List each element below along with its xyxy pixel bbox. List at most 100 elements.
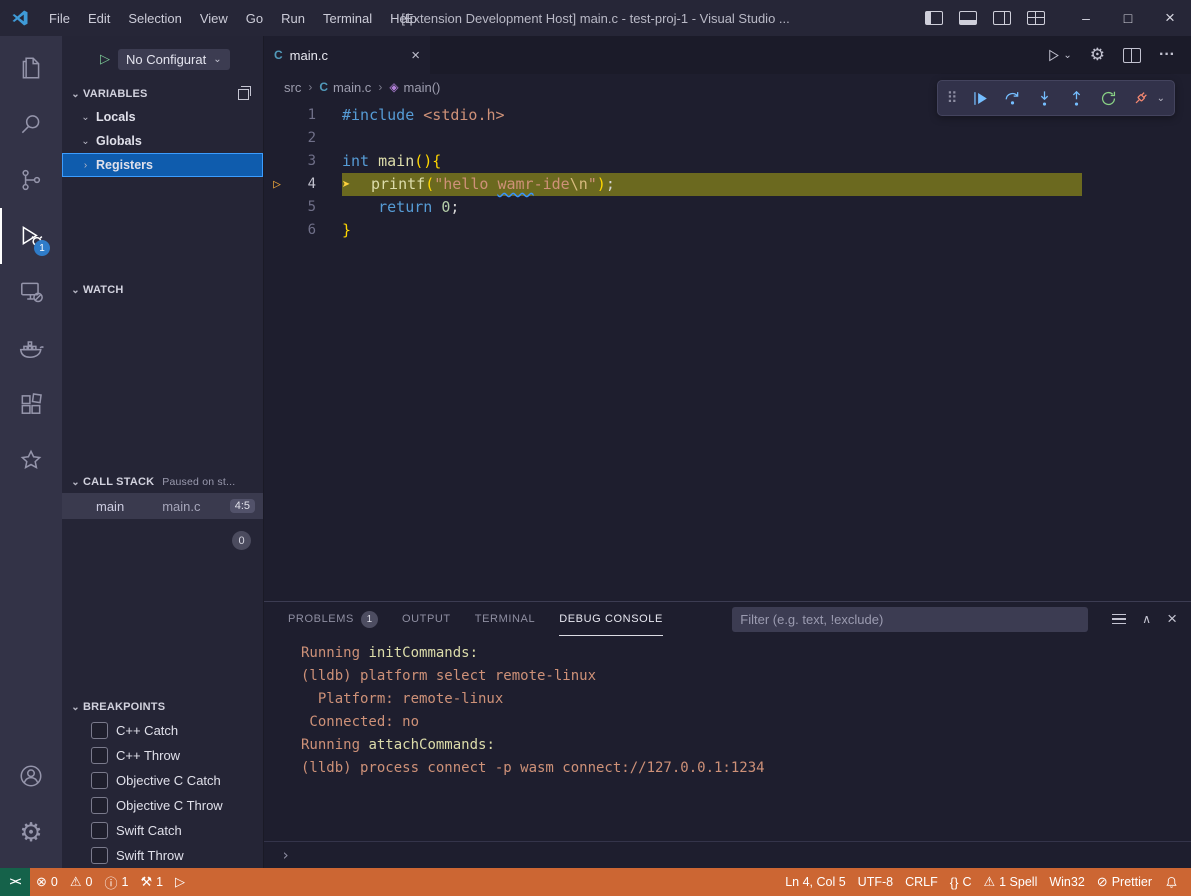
more-actions-icon[interactable]: ··· <box>1159 46 1175 64</box>
source-control-icon[interactable] <box>0 152 62 208</box>
configure-gear-icon[interactable]: ⚙ <box>1090 45 1105 65</box>
chevron-down-icon[interactable]: ⌄ <box>1157 93 1165 104</box>
maximize-panel-icon[interactable]: ∧ <box>1142 612 1151 626</box>
breakpoint-gutter[interactable] <box>264 219 290 242</box>
code-line-3[interactable]: 3int main(){ <box>264 150 1191 173</box>
notifications-bell-icon[interactable] <box>1158 868 1185 896</box>
status-tool[interactable]: ⚒1 <box>134 868 169 896</box>
breakpoint-row[interactable]: C++ Catch <box>62 718 263 743</box>
status-warnings[interactable]: ⚠0 <box>64 868 99 896</box>
language-mode[interactable]: {}C <box>944 868 978 896</box>
step-into-button[interactable] <box>1035 89 1054 108</box>
close-panel-icon[interactable]: × <box>1167 609 1177 629</box>
debug-current-line-arrow-icon[interactable]: ▷ <box>264 173 290 196</box>
code-line-4[interactable]: ▷4➤printf("hello wamr-ide\n"); <box>264 173 1191 196</box>
settings-gear-icon[interactable]: ⚙ <box>0 804 62 860</box>
variable-scope-locals[interactable]: ⌄Locals <box>62 105 263 129</box>
minimize-button[interactable]: – <box>1065 0 1107 36</box>
breakpoint-gutter[interactable] <box>264 150 290 173</box>
accounts-icon[interactable] <box>0 748 62 804</box>
breakpoint-gutter[interactable] <box>264 104 290 127</box>
tab-main-c[interactable]: C main.c × <box>264 36 430 74</box>
step-over-button[interactable] <box>1003 89 1022 108</box>
code-line-2[interactable]: 2 <box>264 127 1191 150</box>
status-info[interactable]: ⓘ1 <box>98 868 134 896</box>
platform-target[interactable]: Win32 <box>1043 868 1090 896</box>
status-debug[interactable]: ▷ <box>169 868 191 896</box>
variables-header[interactable]: ⌄ VARIABLES <box>62 83 263 105</box>
start-debug-icon[interactable]: ▷ <box>100 51 110 67</box>
debug-console-output[interactable]: Running initCommands:(lldb) platform sel… <box>264 636 1191 841</box>
explorer-icon[interactable] <box>0 40 62 96</box>
menu-file[interactable]: File <box>40 11 79 26</box>
docker-icon[interactable] <box>0 320 62 376</box>
run-and-debug-icon[interactable]: 1 <box>0 208 62 264</box>
breakpoint-row[interactable]: Swift Throw <box>62 843 263 868</box>
collapse-all-icon[interactable] <box>238 89 249 100</box>
menu-terminal[interactable]: Terminal <box>314 11 381 26</box>
remote-indicator[interactable]: >< <box>0 868 30 896</box>
stack-frame-row[interactable]: main main.c 4:5 <box>62 493 263 519</box>
call-stack-header[interactable]: ⌄ CALL STACK Paused on st... <box>62 471 263 493</box>
cursor-position[interactable]: Ln 4, Col 5 <box>779 868 851 896</box>
breakpoints-header[interactable]: ⌄ BREAKPOINTS <box>62 696 263 718</box>
panel-tab-output[interactable]: OUTPUT <box>402 602 451 636</box>
step-out-button[interactable] <box>1067 89 1086 108</box>
run-or-debug-button[interactable]: ⌄ <box>1046 48 1071 63</box>
tab-close-icon[interactable]: × <box>411 47 420 64</box>
variable-scope-registers[interactable]: ›Registers <box>62 153 263 177</box>
continue-button[interactable] <box>971 89 990 108</box>
breakpoint-gutter[interactable] <box>264 196 290 219</box>
code-editor[interactable]: 1#include <stdio.h>23int main(){▷4➤print… <box>264 100 1191 601</box>
menu-view[interactable]: View <box>191 11 237 26</box>
search-icon[interactable] <box>0 96 62 152</box>
spell-checker[interactable]: ⚠1 Spell <box>977 868 1043 896</box>
breadcrumb-folder[interactable]: src <box>284 80 301 95</box>
maximize-button[interactable]: □ <box>1107 0 1149 36</box>
close-button[interactable]: × <box>1149 0 1191 36</box>
remote-explorer-icon[interactable] <box>0 264 62 320</box>
breakpoint-row[interactable]: Objective C Throw <box>62 793 263 818</box>
variable-scope-globals[interactable]: ⌄Globals <box>62 129 263 153</box>
star-icon[interactable] <box>0 432 62 488</box>
menu-go[interactable]: Go <box>237 11 272 26</box>
eol[interactable]: CRLF <box>899 868 944 896</box>
encoding[interactable]: UTF-8 <box>852 868 899 896</box>
toggle-secondary-sidebar-icon[interactable] <box>993 11 1011 25</box>
console-filter-input[interactable] <box>732 607 1088 632</box>
breakpoint-checkbox[interactable] <box>91 847 108 864</box>
breakpoint-checkbox[interactable] <box>91 747 108 764</box>
drag-grip-icon[interactable]: ⠿ <box>947 89 958 107</box>
menu-edit[interactable]: Edit <box>79 11 119 26</box>
output-options-icon[interactable] <box>1112 614 1126 625</box>
breakpoint-gutter[interactable] <box>264 127 290 150</box>
breakpoint-row[interactable]: Objective C Catch <box>62 768 263 793</box>
menu-selection[interactable]: Selection <box>119 11 190 26</box>
breakpoint-row[interactable]: Swift Catch <box>62 818 263 843</box>
panel-tab-debug-console[interactable]: DEBUG CONSOLE <box>559 602 663 636</box>
breakpoint-checkbox[interactable] <box>91 797 108 814</box>
toggle-sidebar-icon[interactable] <box>925 11 943 25</box>
panel-tab-terminal[interactable]: TERMINAL <box>475 602 535 636</box>
disconnect-button[interactable] <box>1131 89 1150 108</box>
panel-tab-problems[interactable]: PROBLEMS1 <box>288 602 378 636</box>
toggle-panel-icon[interactable] <box>959 11 977 25</box>
breadcrumb-file[interactable]: C main.c <box>319 80 371 95</box>
extensions-icon[interactable] <box>0 376 62 432</box>
breakpoint-checkbox[interactable] <box>91 772 108 789</box>
breadcrumb-symbol[interactable]: ◈ main() <box>389 80 440 95</box>
breakpoint-checkbox[interactable] <box>91 822 108 839</box>
prettier[interactable]: ⊘Prettier <box>1091 868 1158 896</box>
watch-header[interactable]: ⌄ WATCH <box>62 279 263 301</box>
status-errors[interactable]: ⊗0 <box>30 868 64 896</box>
launch-configuration-select[interactable]: No Configurat ⌄ <box>118 49 230 70</box>
restart-button[interactable] <box>1099 89 1118 108</box>
menu-run[interactable]: Run <box>272 11 314 26</box>
code-line-5[interactable]: 5 return 0; <box>264 196 1191 219</box>
breakpoint-checkbox[interactable] <box>91 722 108 739</box>
debug-console-input[interactable]: › <box>264 841 1191 868</box>
code-line-6[interactable]: 6} <box>264 219 1191 242</box>
split-editor-icon[interactable] <box>1123 48 1141 63</box>
breakpoint-row[interactable]: C++ Throw <box>62 743 263 768</box>
customize-layout-icon[interactable] <box>1027 11 1045 25</box>
